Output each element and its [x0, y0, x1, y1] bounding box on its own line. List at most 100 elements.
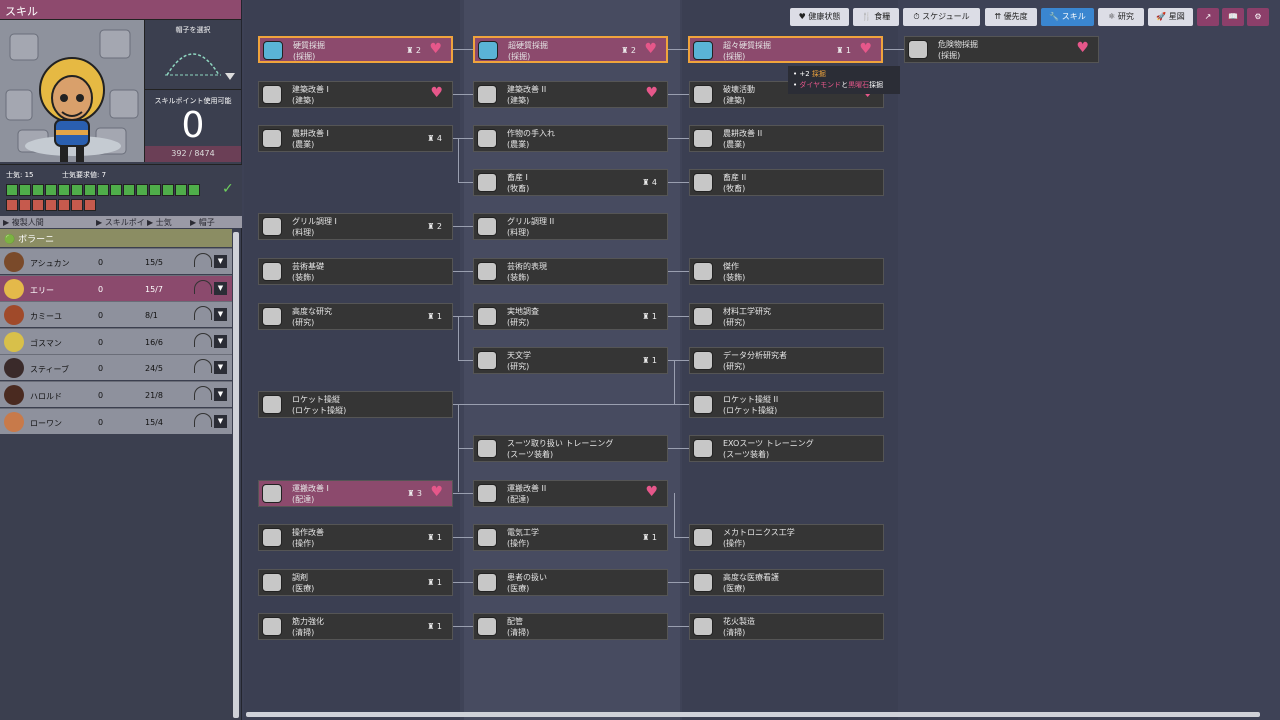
skill-node[interactable]: 超硬質採掘 (採掘) ♥ ♜ 2 — [473, 36, 668, 63]
tab-starmap[interactable]: 🚀 星図 — [1148, 8, 1193, 26]
morale-requirement-label: 士気要求値: 7 — [62, 171, 107, 179]
skill-node[interactable]: 花火製造 (清掃) — [689, 613, 884, 640]
dupe-row[interactable]: ハロルド 0 21/8 ▼ — [0, 381, 232, 407]
col-dupe[interactable]: ▶ 複製人間 — [3, 217, 44, 228]
morale-requirement-bar — [6, 199, 18, 211]
skill-node[interactable]: 実地調査 (研究) ♜ 1 — [473, 303, 668, 330]
col-points[interactable]: ▶ スキルポイ — [96, 217, 145, 228]
report-icon[interactable]: ↗ — [1197, 8, 1219, 26]
dupe-row[interactable]: エリー 0 15/7 ▼ — [0, 274, 232, 301]
hat-dropdown-button[interactable]: ▼ — [214, 334, 227, 348]
skill-node[interactable]: データ分析研究者 (研究) — [689, 347, 884, 374]
skill-node[interactable]: 操作改善 (操作) ♜ 1 — [258, 524, 453, 551]
col-morale[interactable]: ▶ 士気 — [147, 217, 172, 228]
hat-dropdown-button[interactable]: ▼ — [214, 255, 227, 268]
skill-node[interactable]: 芸術的表現 (装飾) — [473, 258, 668, 285]
skill-category: (建築) — [292, 96, 315, 105]
tree-scrollbar[interactable] — [246, 712, 1260, 717]
dupe-name: スティーブ — [30, 365, 70, 375]
skill-icon — [477, 573, 497, 592]
skill-points-value: 0 — [181, 105, 205, 146]
skill-node[interactable]: 作物の手入れ (農業) — [473, 125, 668, 152]
skill-icon — [478, 41, 498, 60]
skill-name: 運搬改善 II — [507, 484, 547, 493]
morale-requirement-bar — [19, 199, 31, 211]
skill-node[interactable]: 筋力強化 (清掃) ♜ 1 — [258, 613, 453, 640]
skill-connector — [668, 49, 689, 50]
tab-schedule[interactable]: ⏱ スケジュール — [903, 8, 980, 26]
skill-node[interactable]: 農耕改善 I (農業) ♜ 4 — [258, 125, 453, 152]
hat-icon — [194, 332, 212, 347]
skill-node[interactable]: 患者の扱い (医療) — [473, 569, 668, 596]
skill-node[interactable]: 運搬改善 I (配達) ♥ ♜ 3 — [258, 480, 453, 507]
skill-node[interactable]: 天文学 (研究) ♜ 1 — [473, 347, 668, 374]
tab-skills[interactable]: 🔧 スキル — [1041, 8, 1094, 26]
skill-node[interactable]: 傑作 (装飾) — [689, 258, 884, 285]
settings-icon[interactable]: ⚙ — [1247, 8, 1269, 26]
skill-connector — [453, 404, 689, 405]
col-hat[interactable]: ▶ 帽子 — [190, 217, 215, 228]
skill-icon — [477, 617, 497, 636]
skill-node[interactable]: EXOスーツ トレーニング (スーツ装着) — [689, 435, 884, 462]
skill-node[interactable]: スーツ取り扱い トレーニング (スーツ装着) — [473, 435, 668, 462]
skill-node[interactable]: 材料工学研究 (研究) — [689, 303, 884, 330]
skill-node[interactable]: 農耕改善 II (農業) — [689, 125, 884, 152]
skill-node[interactable]: 建築改善 I (建築) ♥ — [258, 81, 453, 108]
skill-node[interactable]: 高度な研究 (研究) ♜ 1 — [258, 303, 453, 330]
tab-food[interactable]: 🍴 食糧 — [853, 8, 899, 26]
skill-connector — [453, 138, 473, 139]
dupe-row[interactable]: アシュカン 0 15/5 ▼ — [0, 248, 232, 274]
hat-selector[interactable]: 帽子を選択 — [145, 20, 241, 90]
skill-node[interactable]: 配管 (清掃) — [473, 613, 668, 640]
hat-dropdown-button[interactable]: ▼ — [214, 414, 227, 428]
skill-name: EXOスーツ トレーニング — [723, 439, 814, 448]
skill-node[interactable]: 硬質採掘 (採掘) ♥ ♜ 2 — [258, 36, 453, 63]
tab-research[interactable]: ⚛ 研究 — [1098, 8, 1144, 26]
skill-node[interactable]: グリル調理 II (料理) — [473, 213, 668, 240]
skill-name: データ分析研究者 — [723, 351, 787, 360]
skill-category: (清掃) — [723, 628, 746, 637]
skill-category: (操作) — [723, 539, 746, 548]
skill-node[interactable]: 電気工学 (操作) ♜ 1 — [473, 524, 668, 551]
skill-node[interactable]: 調剤 (医療) ♜ 1 — [258, 569, 453, 596]
skill-node[interactable]: 畜産 I (牧畜) ♜ 4 — [473, 169, 668, 196]
skill-node[interactable]: 畜産 II (牧畜) — [689, 169, 884, 196]
skill-node[interactable]: ロケット操縦 II (ロケット操縦) — [689, 391, 884, 418]
skill-name: ロケット操縦 — [292, 395, 340, 404]
skill-node[interactable]: グリル調理 I (料理) ♜ 2 — [258, 213, 453, 240]
hat-dropdown-button[interactable]: ▼ — [214, 308, 227, 322]
dupe-row[interactable]: ゴスマン 0 16/6 ▼ — [0, 327, 232, 354]
dupe-row[interactable]: カミーユ 0 8/1 ▼ — [0, 301, 232, 328]
skill-category: (牧畜) — [723, 184, 746, 193]
skill-node[interactable]: 運搬改善 II (配達) ♥ — [473, 480, 668, 507]
skill-node[interactable]: 建築改善 II (建築) ♥ — [473, 81, 668, 108]
skill-node[interactable]: ロケット操縦 (ロケット操縦) — [258, 391, 453, 418]
skill-connector — [458, 448, 473, 449]
skill-icon — [693, 85, 713, 104]
skill-node[interactable]: 超々硬質採掘 (採掘) ♥ ♜ 1 — [688, 36, 883, 63]
dupe-list-scrollbar[interactable] — [233, 232, 239, 718]
hat-select-label: 帽子を選択 — [175, 26, 211, 34]
hat-dropdown-button[interactable]: ▼ — [214, 361, 227, 375]
dupe-row[interactable]: スティーブ 0 24/5 ▼ — [0, 354, 232, 381]
hat-dropdown-button[interactable]: ▼ — [214, 281, 227, 295]
hat-icon — [194, 412, 212, 427]
dupe-skill-points: 0 — [98, 364, 104, 374]
skill-node[interactable]: 高度な医療看護 (医療) — [689, 569, 884, 596]
tab-health[interactable]: ♥ 健康状態 — [790, 8, 849, 26]
hat-icon — [194, 306, 212, 321]
skill-category: (建築) — [507, 96, 530, 105]
dupe-name: ハロルド — [30, 392, 62, 401]
skill-node[interactable]: メカトロニクス工学 (操作) — [689, 524, 884, 551]
hat-dropdown-button[interactable]: ▼ — [214, 388, 227, 401]
codex-icon[interactable]: 📖 — [1222, 8, 1244, 26]
skill-points-box: スキルポイント使用可能 0 392 / 8474 — [145, 90, 241, 162]
skill-category: (装飾) — [292, 273, 315, 282]
skill-connector — [458, 360, 473, 361]
skill-node[interactable]: 危険物採掘 (採掘) ♥ — [904, 36, 1099, 63]
dupe-row[interactable]: ローワン 0 15/4 ▼ — [0, 407, 232, 434]
morale-bar — [6, 184, 18, 196]
skill-category: (清掃) — [292, 628, 315, 637]
skill-node[interactable]: 芸術基礎 (装飾) — [258, 258, 453, 285]
tab-priority[interactable]: ⇈ 優先度 — [985, 8, 1037, 26]
